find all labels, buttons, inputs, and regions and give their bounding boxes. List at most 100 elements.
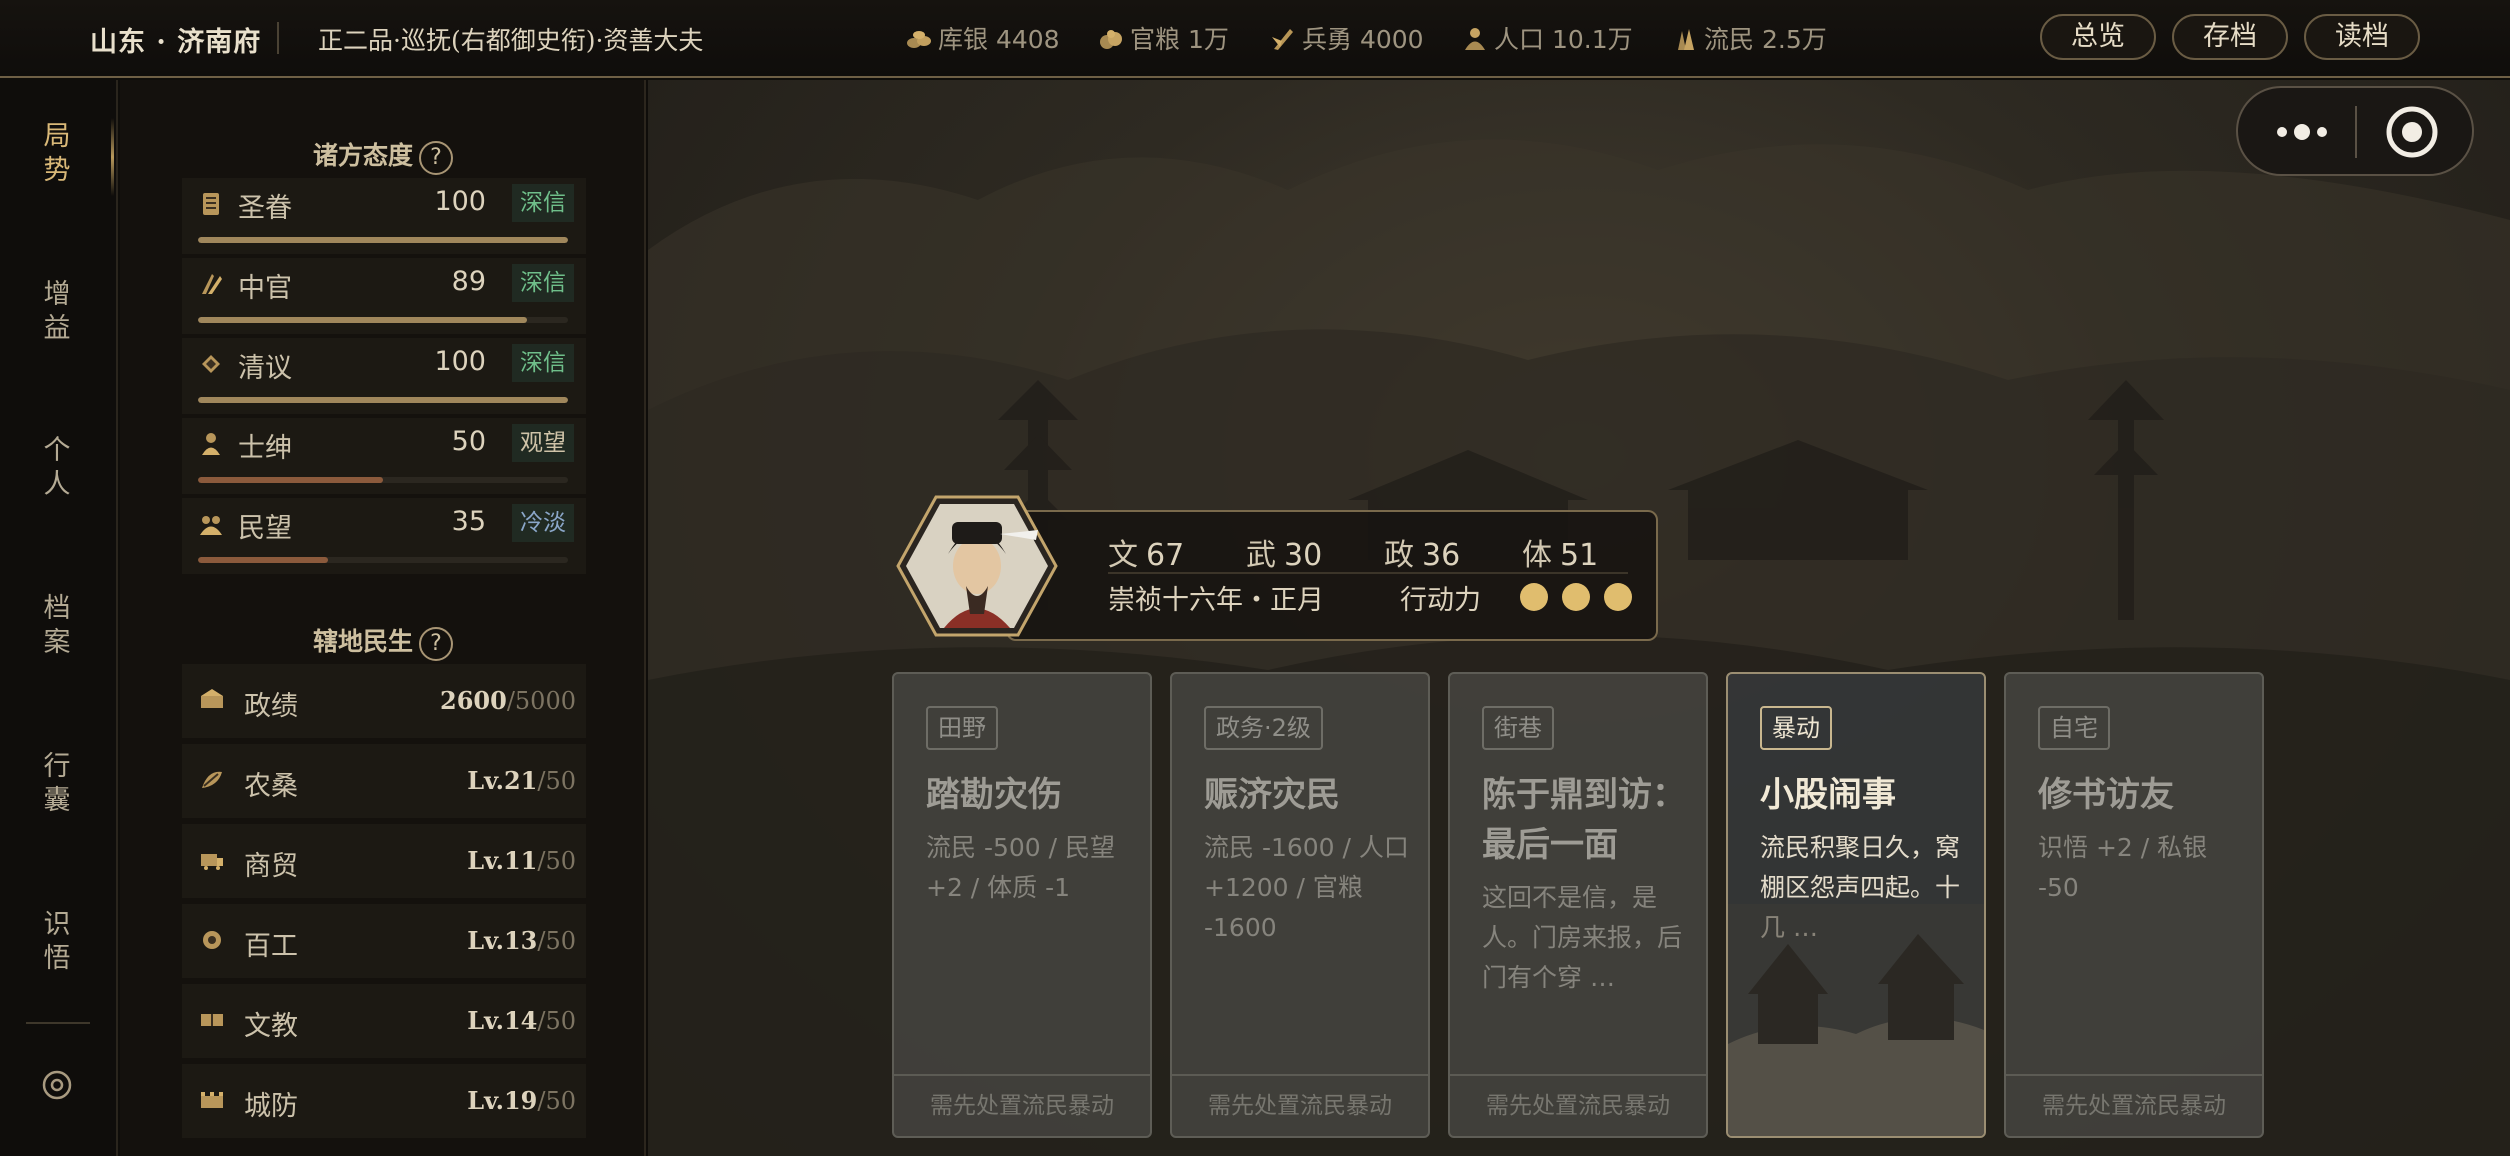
resource-refugees: 流民 2.5万	[1672, 20, 1827, 56]
card-tag: 自宅	[2038, 706, 2110, 750]
event-card[interactable]: 暴动小股闹事流民积聚日久，窝棚区怨声四起。十几 …	[1726, 672, 1986, 1138]
help-icon[interactable]: ?	[419, 141, 453, 175]
livelihood-row[interactable]: 商贸 Lv.11/50	[182, 824, 586, 898]
card-title: 踏勘灾伤	[926, 775, 1062, 815]
card-title: 小股闹事	[1760, 775, 1896, 815]
livelihood-value: Lv.11/50	[467, 846, 576, 875]
attitude-status-badge: 深信	[512, 264, 574, 302]
livelihood-value: Lv.14/50	[467, 1006, 576, 1035]
grain-icon	[1100, 30, 1122, 49]
city-scene: 文 67 武 30 政 36 体 51 崇祯十六年・正月 行动力 田野 踏勘灾伤 流民 -500 …	[648, 80, 2510, 1156]
resource-grain: 官粮 1万	[1098, 20, 1229, 56]
stat-martial: 武 30	[1246, 538, 1323, 573]
gear-icon[interactable]	[37, 1065, 77, 1105]
scholar-icon	[202, 355, 220, 373]
attitude-status-badge: 观望	[512, 424, 574, 462]
attitude-name: 圣眷	[238, 193, 292, 224]
stat-physique: 体 51	[1522, 538, 1599, 573]
livelihood-row[interactable]: 政绩 2600/5000	[182, 664, 586, 738]
attitude-row[interactable]: 清议 100 深信	[182, 338, 586, 414]
nav-personal[interactable]: 个 人	[0, 434, 114, 502]
card-title: 赈济灾民	[1204, 775, 1340, 815]
edict-icon	[203, 193, 219, 215]
event-card[interactable]: 自宅修书访友识悟 +2 / 私银 -50 需先处置流民暴动	[2004, 672, 2264, 1138]
nav-buffs[interactable]: 增 益	[0, 278, 114, 346]
gentry-icon	[202, 433, 220, 455]
card-tag: 政务·2级	[1204, 706, 1323, 750]
merit-icon	[201, 689, 223, 708]
attitude-name: 士绅	[238, 433, 292, 464]
attitude-row[interactable]: 士绅 50 观望	[182, 418, 586, 494]
livelihood-value: 2600/5000	[440, 686, 576, 715]
close-target-icon[interactable]	[2384, 104, 2440, 160]
attitude-progress-bar	[198, 557, 568, 563]
location-title: 山东 · 济南府	[90, 27, 262, 58]
top-bar: 山东 · 济南府 正二品·巡抚(右都御史衔)·资善大夫 库银 4408 官粮 1…	[0, 0, 2510, 78]
event-card[interactable]: 田野 踏勘灾伤 流民 -500 / 民望 +2 / 体质 -1 需先处置流民暴动	[892, 672, 1152, 1138]
livelihood-name: 百工	[244, 931, 298, 962]
attitude-value: 100	[434, 186, 486, 217]
population-icon	[1465, 28, 1485, 50]
livelihood-value: Lv.19/50	[467, 1086, 576, 1115]
card-requirement: 需先处置流民暴动	[2006, 1074, 2262, 1136]
people-icon	[200, 516, 222, 535]
help-icon[interactable]: ?	[419, 627, 453, 661]
education-icon	[201, 1014, 223, 1026]
divider	[277, 22, 279, 54]
load-button[interactable]: 读档	[2304, 14, 2420, 60]
overview-button[interactable]: 总览	[2040, 14, 2156, 60]
livelihood-row[interactable]: 城防 Lv.19/50	[182, 1064, 586, 1138]
refugee-icon	[1678, 29, 1694, 50]
livelihood-name: 农桑	[244, 771, 298, 802]
save-button[interactable]: 存档	[2172, 14, 2288, 60]
livelihood-value: Lv.13/50	[467, 926, 576, 955]
attitude-name: 清议	[238, 353, 292, 384]
game-date: 崇祯十六年・正月	[1108, 585, 1324, 616]
livelihood-name: 城防	[244, 1091, 298, 1122]
nav-situation[interactable]: 局 势	[0, 118, 114, 196]
event-card[interactable]: 政务·2级赈济灾民流民 -1600 / 人口 +1200 / 官粮 -1600 需…	[1170, 672, 1430, 1138]
attitude-progress-bar	[198, 237, 568, 243]
attitude-row[interactable]: 中官 89 深信	[182, 258, 586, 334]
riot-scene-illustration	[1728, 904, 1984, 1136]
capsule-divider	[2355, 106, 2357, 158]
livelihood-name: 文教	[244, 1011, 298, 1042]
side-nav: 局 势 增 益 个 人 档 案 行 囊 识 悟	[0, 80, 118, 1156]
card-title: 修书访友	[2038, 775, 2174, 815]
nav-archive[interactable]: 档 案	[0, 592, 114, 660]
attitude-row[interactable]: 圣眷 100 深信	[182, 178, 586, 254]
silver-icon	[907, 31, 931, 48]
livelihood-name: 商贸	[244, 851, 298, 882]
card-description: 流民 -500 / 民望 +2 / 体质 -1	[926, 833, 1116, 902]
card-requirement: 需先处置流民暴动	[1172, 1074, 1428, 1136]
event-card[interactable]: 街巷 陈于鼎到访：最后一面 这回不是信，是人。门房来报，后门有个穿 … 需先处置流民暴…	[1448, 672, 1708, 1138]
official-rank: 正二品·巡抚(右都御史衔)·资善大夫	[318, 26, 704, 55]
card-description: 识悟 +2 / 私银 -50	[2038, 833, 2208, 902]
attitude-row[interactable]: 民望 35 冷淡	[182, 498, 586, 574]
attitude-name: 中官	[238, 273, 292, 304]
card-tag: 暴动	[1760, 706, 1832, 750]
resource-population: 人口 10.1万	[1462, 20, 1633, 56]
card-description: 流民 -1600 / 人口 +1200 / 官粮 -1600	[1204, 833, 1409, 942]
nav-divider	[26, 1022, 90, 1024]
eunuch-icon	[202, 274, 222, 294]
livelihood-row[interactable]: 百工 Lv.13/50	[182, 904, 586, 978]
character-portrait[interactable]	[896, 494, 1058, 638]
livelihood-value: Lv.21/50	[467, 766, 576, 795]
card-description: 这回不是信，是人。门房来报，后门有个穿 …	[1482, 883, 1683, 992]
attitude-status-badge: 冷淡	[512, 504, 574, 542]
livelihood-name: 政绩	[244, 691, 298, 722]
attitude-value: 100	[434, 346, 486, 377]
nav-inventory[interactable]: 行 囊	[0, 750, 114, 818]
nav-insight[interactable]: 识 悟	[0, 908, 114, 976]
soldier-icon	[1272, 29, 1293, 50]
more-options-icon[interactable]	[2268, 110, 2336, 154]
craft-icon	[203, 931, 221, 949]
livelihood-row[interactable]: 文教 Lv.14/50	[182, 984, 586, 1058]
character-stats: 文 67 武 30 政 36 体 51	[1108, 530, 1598, 574]
attitude-value: 50	[451, 426, 486, 457]
card-requirement: 需先处置流民暴动	[894, 1074, 1150, 1136]
action-points-label: 行动力	[1400, 585, 1481, 616]
mini-program-capsule	[2236, 86, 2474, 176]
livelihood-row[interactable]: 农桑 Lv.21/50	[182, 744, 586, 818]
